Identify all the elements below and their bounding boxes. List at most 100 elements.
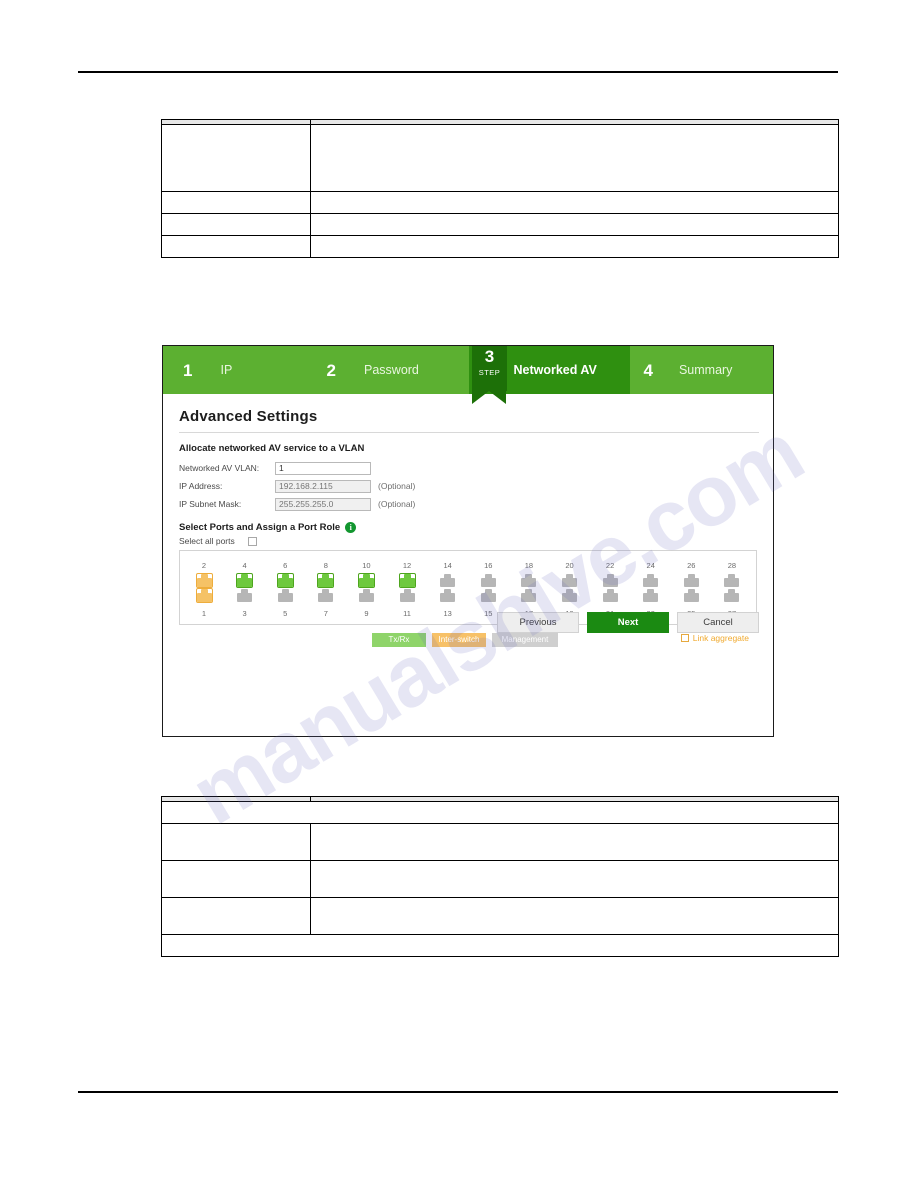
port-jack-cell[interactable] (714, 588, 750, 603)
port-icon-body (602, 578, 618, 587)
ethernet-port-icon[interactable] (195, 588, 213, 603)
ethernet-port-icon[interactable] (195, 573, 213, 588)
port-jack-cell[interactable] (348, 573, 384, 588)
port-jack-cell[interactable] (186, 588, 222, 603)
page-footer-rule (78, 1091, 838, 1093)
table-row (161, 823, 839, 861)
port-jack-cell[interactable] (308, 588, 344, 603)
link-aggregate-control[interactable]: Link aggregate (680, 633, 749, 643)
port-icon-body (521, 578, 537, 587)
port-jack-cell[interactable] (389, 573, 425, 588)
ethernet-port-icon[interactable] (357, 573, 375, 588)
port-icon-body (724, 593, 740, 602)
previous-button[interactable]: Previous (497, 612, 579, 633)
cancel-button[interactable]: Cancel (677, 612, 759, 633)
ethernet-port-icon[interactable] (317, 573, 335, 588)
port-icon-body (196, 593, 212, 602)
ethernet-port-icon[interactable] (480, 589, 496, 602)
wizard-panel-body: Advanced Settings Allocate networked AV … (163, 394, 773, 647)
port-role-inter-switch-button[interactable]: Inter-switch (432, 632, 486, 647)
ethernet-port-icon[interactable] (643, 589, 659, 602)
port-jack-cell[interactable] (267, 588, 303, 603)
port-jack-cell[interactable] (551, 588, 587, 603)
port-jack-cell[interactable] (308, 573, 344, 588)
port-number-bottom: 15 (484, 609, 493, 618)
port-jack-cell[interactable] (633, 588, 669, 603)
ethernet-port-icon[interactable] (480, 574, 496, 587)
port-role-management-button[interactable]: Management (492, 632, 558, 647)
ethernet-port-icon[interactable] (277, 589, 293, 602)
ethernet-port-icon[interactable] (440, 589, 456, 602)
port-number-cell: 26 (673, 555, 709, 573)
ethernet-port-icon[interactable] (561, 589, 577, 602)
port-grid-bottom-jack-row (186, 588, 750, 603)
ethernet-port-icon[interactable] (318, 589, 334, 602)
wizard-step-password[interactable]: 2 Password (315, 346, 469, 394)
port-jack-cell[interactable] (227, 573, 263, 588)
select-all-ports-checkbox[interactable] (247, 536, 257, 546)
current-step-word: STEP (478, 368, 501, 377)
port-number-cell: 12 (389, 555, 425, 573)
networked-av-vlan-input[interactable] (275, 461, 371, 475)
ethernet-port-icon[interactable] (724, 574, 740, 587)
port-number-cell: 1 (186, 603, 222, 621)
ethernet-port-icon[interactable] (236, 573, 254, 588)
ethernet-port-icon[interactable] (724, 589, 740, 602)
ethernet-port-icon[interactable] (399, 589, 415, 602)
port-number-cell: 10 (348, 555, 384, 573)
port-jack-cell[interactable] (470, 588, 506, 603)
port-jack-cell[interactable] (511, 573, 547, 588)
ethernet-port-icon[interactable] (276, 573, 294, 588)
port-jack-cell[interactable] (470, 573, 506, 588)
ethernet-port-icon[interactable] (683, 589, 699, 602)
ethernet-port-icon[interactable] (358, 589, 374, 602)
ethernet-port-icon[interactable] (602, 574, 618, 587)
port-jack-cell[interactable] (714, 573, 750, 588)
wizard-step-summary[interactable]: 4 Summary (630, 346, 773, 394)
current-step-number: 3 (484, 347, 495, 366)
port-jack-cell[interactable] (430, 588, 466, 603)
port-jack-cell[interactable] (592, 588, 628, 603)
ethernet-port-icon[interactable] (602, 589, 618, 602)
port-number-cell: 9 (348, 603, 384, 621)
ethernet-port-icon[interactable] (643, 574, 659, 587)
port-jack-cell[interactable] (633, 573, 669, 588)
ethernet-port-icon[interactable] (521, 589, 537, 602)
wizard-step-ip[interactable]: 1 IP (163, 346, 315, 394)
ip-address-input[interactable] (275, 479, 371, 493)
ethernet-port-icon[interactable] (561, 574, 577, 587)
port-jack-cell[interactable] (389, 588, 425, 603)
ethernet-port-icon[interactable] (521, 574, 537, 587)
ethernet-port-icon[interactable] (683, 574, 699, 587)
ip-subnet-mask-input[interactable] (275, 497, 371, 511)
port-icon-body (561, 578, 577, 587)
port-jack-cell[interactable] (430, 573, 466, 588)
port-jack-cell[interactable] (227, 588, 263, 603)
port-number-top: 10 (362, 561, 371, 570)
port-icon-body (237, 593, 253, 602)
title-divider (179, 432, 759, 433)
port-number-bottom: 13 (443, 609, 452, 618)
port-jack-cell[interactable] (348, 588, 384, 603)
ethernet-port-icon[interactable] (440, 574, 456, 587)
port-icon-body (277, 578, 293, 587)
ethernet-port-icon[interactable] (237, 589, 253, 602)
wizard-step-number: 4 (643, 360, 653, 380)
table-cell-description (310, 124, 839, 192)
ethernet-port-icon[interactable] (398, 573, 416, 588)
port-number-top: 22 (605, 561, 615, 570)
port-number-cell: 3 (227, 603, 263, 621)
port-jack-cell[interactable] (186, 573, 222, 588)
port-number-bottom: 7 (323, 609, 328, 618)
port-jack-cell[interactable] (673, 588, 709, 603)
table-row (161, 235, 839, 258)
port-jack-cell[interactable] (673, 573, 709, 588)
info-icon[interactable]: i (345, 522, 357, 533)
port-jack-cell[interactable] (511, 588, 547, 603)
next-button[interactable]: Next (587, 612, 669, 633)
port-jack-cell[interactable] (592, 573, 628, 588)
port-jack-cell[interactable] (551, 573, 587, 588)
link-aggregate-checkbox[interactable] (680, 634, 689, 642)
port-jack-cell[interactable] (267, 573, 303, 588)
port-role-txrx-button[interactable]: Tx/Rx (372, 632, 426, 647)
